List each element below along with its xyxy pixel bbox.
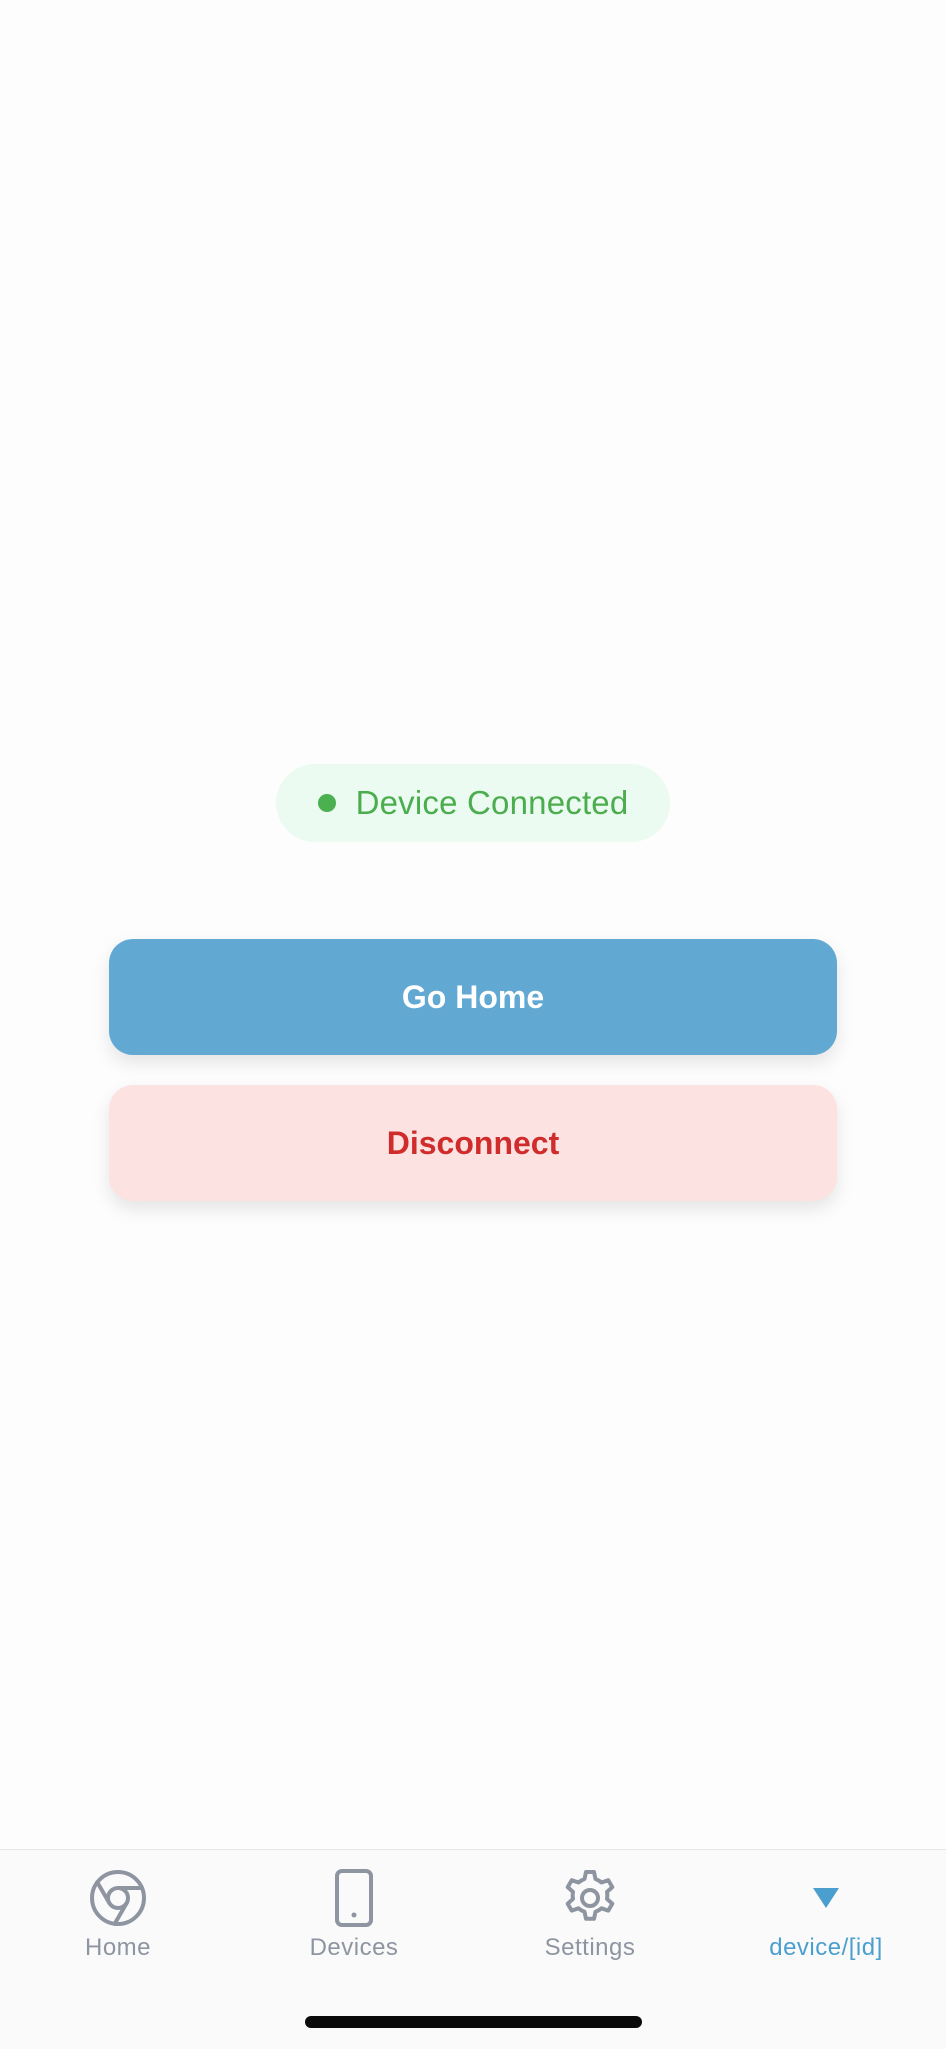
- tab-home-label: Home: [84, 1934, 152, 1961]
- tab-devices[interactable]: Devices: [236, 1868, 472, 1978]
- tab-home[interactable]: Home: [0, 1868, 236, 1978]
- tab-device-id-label: device/[id]: [769, 1934, 883, 1961]
- tab-devices-label: Devices: [309, 1934, 399, 1961]
- device-screen: Device Connected Go Home Disconnect Home: [0, 0, 946, 2049]
- go-home-button[interactable]: Go Home: [109, 939, 837, 1055]
- tab-settings[interactable]: Settings: [472, 1868, 708, 1978]
- triangle-down-icon: [796, 1868, 856, 1928]
- connection-status-text: Device Connected: [355, 784, 629, 821]
- tab-settings-label: Settings: [544, 1934, 636, 1961]
- phone-icon: [324, 1868, 384, 1928]
- home-indicator[interactable]: [305, 2016, 642, 2028]
- tab-device-id[interactable]: device/[id]: [708, 1868, 944, 1978]
- gear-icon: [560, 1868, 620, 1928]
- status-dot-icon: [317, 794, 336, 812]
- chrome-icon: [88, 1868, 148, 1928]
- connection-status-badge: Device Connected: [276, 764, 670, 842]
- disconnect-button[interactable]: Disconnect: [109, 1085, 837, 1201]
